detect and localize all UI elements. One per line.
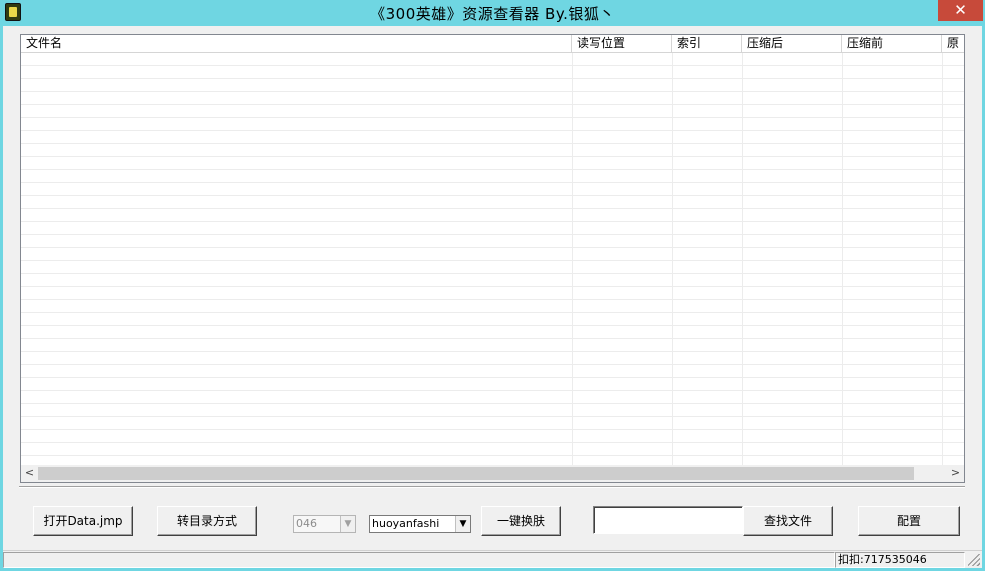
scroll-left-icon[interactable]: <: [21, 465, 38, 482]
column-header-filename[interactable]: 文件名: [21, 35, 572, 53]
horizontal-scrollbar[interactable]: < >: [21, 465, 964, 482]
search-input[interactable]: [593, 506, 743, 534]
scroll-thumb[interactable]: [38, 467, 914, 480]
scroll-right-icon[interactable]: >: [947, 465, 964, 482]
resize-grip-icon[interactable]: [968, 554, 980, 566]
status-bar: 扣扣:717535046: [3, 550, 982, 568]
column-divider: [672, 53, 673, 465]
chevron-down-icon: ▼: [340, 516, 355, 532]
list-rows: [21, 53, 964, 465]
column-header-rw-position[interactable]: 读写位置: [572, 35, 672, 53]
column-divider: [842, 53, 843, 465]
client-area: 文件名 读写位置 索引 压缩后 压缩前 原 < > 打开Data.jmp 转目录…: [3, 26, 982, 568]
hero-select[interactable]: huoyanfashi ▼: [369, 515, 471, 533]
one-key-skin-button[interactable]: 一键换肤: [481, 506, 561, 536]
status-pane-main: [3, 552, 835, 568]
divider: [19, 486, 965, 488]
column-header-index[interactable]: 索引: [672, 35, 742, 53]
column-header-uncompressed[interactable]: 压缩前: [842, 35, 942, 53]
close-button[interactable]: ✕: [938, 0, 983, 21]
column-divider: [942, 53, 943, 465]
column-divider: [572, 53, 573, 465]
window-title: 《300英雄》资源查看器 By.银狐丶: [370, 5, 615, 23]
status-pane-qq: 扣扣:717535046: [835, 552, 965, 568]
number-select-value: 046: [296, 517, 317, 530]
config-button[interactable]: 配置: [858, 506, 960, 536]
directory-mode-button[interactable]: 转目录方式: [157, 506, 257, 536]
title-bar: 《300英雄》资源查看器 By.银狐丶 ✕: [0, 0, 985, 26]
number-select: 046 ▼: [293, 515, 356, 533]
chevron-down-icon[interactable]: ▼: [455, 516, 470, 532]
column-header-original[interactable]: 原: [942, 35, 964, 53]
open-data-button[interactable]: 打开Data.jmp: [33, 506, 133, 536]
list-header: 文件名 读写位置 索引 压缩后 压缩前 原: [21, 35, 964, 53]
column-divider: [742, 53, 743, 465]
file-list[interactable]: 文件名 读写位置 索引 压缩后 压缩前 原 < >: [20, 34, 965, 483]
find-file-button[interactable]: 查找文件: [743, 506, 833, 536]
hero-select-value: huoyanfashi: [372, 517, 440, 530]
column-header-compressed[interactable]: 压缩后: [742, 35, 842, 53]
